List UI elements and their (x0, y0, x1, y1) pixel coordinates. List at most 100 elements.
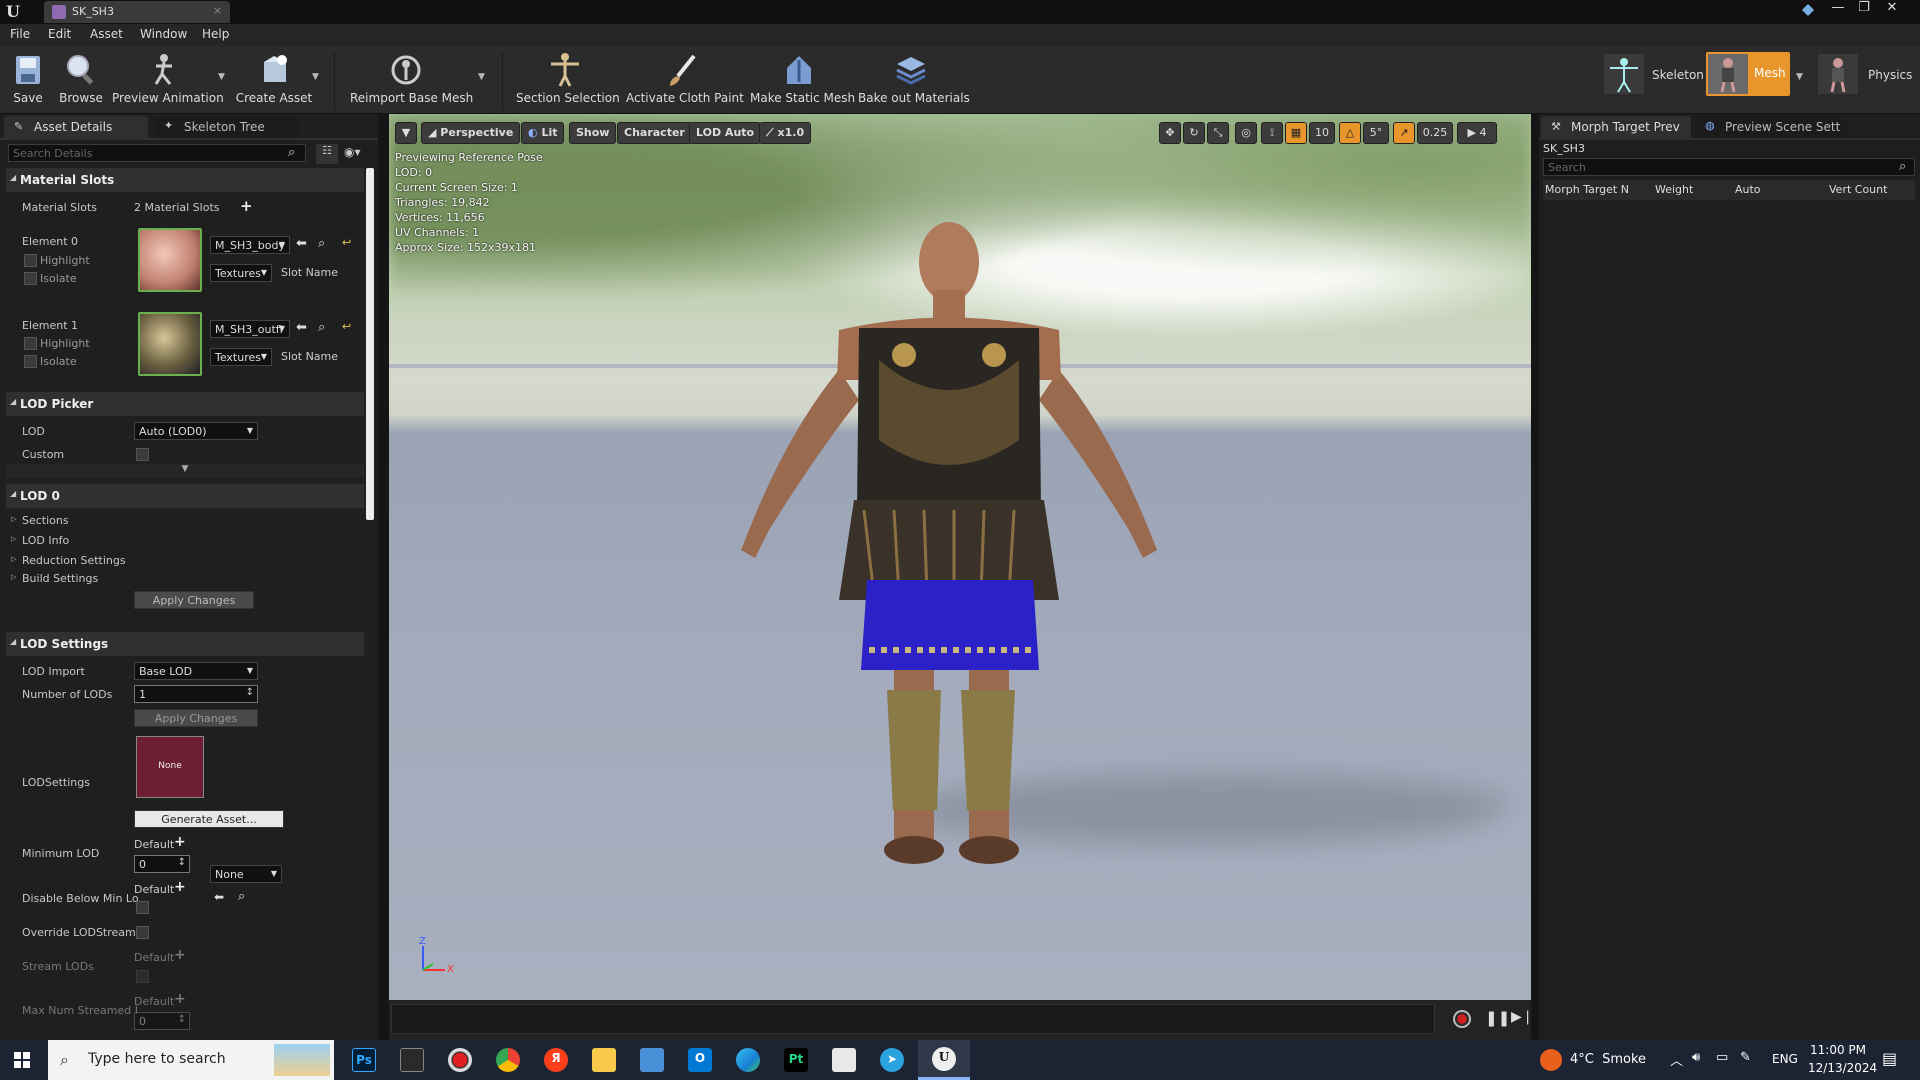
scale-snap-icon[interactable]: ↗ (1393, 122, 1415, 144)
reset-arrow-icon[interactable]: ↩ (342, 320, 351, 333)
chrome-app-icon[interactable] (496, 1048, 520, 1072)
lod-auto-button[interactable]: LOD Auto (689, 122, 762, 144)
activate-cloth-paint-button[interactable]: Activate Cloth Paint (626, 46, 744, 114)
number-of-lods-input[interactable]: 1 (134, 685, 258, 703)
file-explorer-icon[interactable] (592, 1048, 616, 1072)
bake-out-materials-button[interactable]: Bake out Materials (858, 46, 970, 114)
notifications-icon[interactable]: ▤ (1882, 1049, 1897, 1068)
unreal-taskbar-button[interactable]: U (918, 1040, 970, 1080)
column-morph-target-name[interactable]: Morph Target N (1545, 183, 1629, 196)
add-platform-override-icon[interactable]: + (174, 834, 186, 850)
weather-icon[interactable] (1540, 1049, 1562, 1071)
taskbar-search-box[interactable]: ⌕ Type here to search (48, 1040, 334, 1080)
reset-arrow-icon[interactable]: ↩ (342, 236, 351, 249)
perspective-button[interactable]: ◢ Perspective (421, 122, 521, 144)
recorder-app-icon[interactable] (448, 1048, 472, 1072)
pause-button[interactable]: ❚❚ (1485, 1009, 1510, 1027)
translate-tool-icon[interactable]: ✥ (1159, 122, 1181, 144)
build-settings-item[interactable]: Build Settings (11, 572, 98, 585)
snipping-tool-icon[interactable] (640, 1048, 664, 1072)
lod-picker-header[interactable]: LOD Picker (6, 392, 364, 416)
highlight-checkbox-0[interactable] (24, 254, 37, 267)
browse-button[interactable]: Browse (56, 46, 106, 114)
add-material-slot-icon[interactable]: + (240, 197, 253, 215)
close-tab-icon[interactable]: × (213, 4, 222, 17)
tab-preview-scene-settings[interactable]: ◍ Preview Scene Sett (1695, 116, 1845, 138)
outlook-app-icon[interactable]: O (688, 1048, 712, 1072)
menu-edit[interactable]: Edit (48, 27, 71, 41)
language-indicator[interactable]: ENG (1772, 1052, 1798, 1066)
isolate-checkbox-1[interactable] (24, 355, 37, 368)
tab-morph-target-preview[interactable]: ⚒ Morph Target Prev (1541, 116, 1691, 138)
isolate-checkbox-0[interactable] (24, 272, 37, 285)
tray-chevron-icon[interactable]: ︿ (1670, 1050, 1683, 1069)
lod-info-item[interactable]: LOD Info (11, 534, 69, 547)
restore-button[interactable]: ❐ (1852, 0, 1876, 20)
viewport-options-dropdown[interactable]: ▼ (395, 122, 417, 144)
show-button[interactable]: Show (569, 122, 617, 144)
disable-below-min-lod-checkbox[interactable] (136, 901, 149, 914)
menu-help[interactable]: Help (202, 27, 229, 41)
save-button[interactable]: Save (8, 46, 48, 114)
store-app-icon[interactable] (400, 1048, 424, 1072)
close-window-button[interactable]: ✕ (1880, 0, 1904, 20)
skeleton-mode-button[interactable] (1604, 54, 1644, 94)
scale-tool-icon[interactable]: ⤡ (1207, 122, 1229, 144)
mesh-mode-dropdown-icon[interactable]: ▼ (1796, 72, 1803, 82)
use-selected-arrow-icon[interactable]: ⬅ (214, 890, 224, 904)
morph-search-input[interactable]: Search (1543, 158, 1915, 176)
yandex-app-icon[interactable]: Я (544, 1048, 568, 1072)
grid-snap-icon[interactable]: ▦ (1285, 122, 1307, 144)
custom-checkbox[interactable] (136, 448, 149, 461)
menu-file[interactable]: File (10, 27, 30, 41)
notification-icon[interactable] (1800, 2, 1816, 18)
step-forward-button[interactable]: ▶❘ (1511, 1009, 1534, 1025)
search-details-input[interactable]: Search Details (8, 144, 306, 162)
override-lod-streaming-checkbox[interactable] (136, 926, 149, 939)
physics-mode-button[interactable] (1818, 54, 1858, 94)
rotation-snap-value[interactable]: 5° (1363, 122, 1389, 144)
document-tab[interactable]: SK_SH3 × (44, 1, 230, 23)
highlight-checkbox-1[interactable] (24, 337, 37, 350)
lod-settings-asset-picker[interactable]: None (210, 865, 282, 883)
column-weight[interactable]: Weight (1655, 183, 1693, 196)
lod-settings-header[interactable]: LOD Settings (6, 632, 364, 656)
clock-time[interactable]: 11:00 PM (1808, 1043, 1868, 1057)
textures-dropdown-0[interactable]: Textures (210, 264, 272, 282)
create-asset-button[interactable]: Create Asset (234, 46, 314, 114)
browse-magnifier-icon[interactable]: ⌕ (318, 236, 325, 251)
network-icon[interactable]: ▭ (1716, 1050, 1728, 1065)
reduction-settings-item[interactable]: Reduction Settings (11, 554, 126, 567)
browse-magnifier-icon[interactable]: ⌕ (238, 889, 245, 904)
create-asset-dropdown-icon[interactable]: ▼ (312, 72, 319, 82)
minimize-button[interactable]: — (1826, 0, 1850, 20)
lit-button[interactable]: ◐ Lit (521, 122, 565, 144)
zbrush-app-icon[interactable] (832, 1048, 856, 1072)
lod-settings-asset-thumbnail[interactable]: None (136, 736, 204, 798)
character-mesh[interactable] (669, 210, 1229, 910)
camera-speed-button[interactable]: ▶ 4 (1457, 122, 1497, 144)
sections-item[interactable]: Sections (11, 514, 69, 527)
apply-changes-button[interactable]: Apply Changes (134, 591, 254, 609)
preview-viewport[interactable]: ▼ ◢ Perspective ◐ Lit Show Character LOD… (389, 114, 1531, 1000)
minimum-lod-input[interactable]: 0 (134, 855, 190, 873)
volume-icon[interactable]: 🔊︎ (1692, 1050, 1700, 1065)
use-selected-arrow-icon[interactable]: ⬅ (296, 320, 307, 335)
rotate-tool-icon[interactable]: ↻ (1183, 122, 1205, 144)
mesh-mode-button[interactable]: Mesh (1706, 52, 1790, 96)
material-slots-header[interactable]: Material Slots (6, 168, 364, 192)
scale-snap-value[interactable]: 0.25 (1417, 122, 1453, 144)
record-button[interactable] (1453, 1010, 1471, 1028)
apply-lod-changes-button[interactable]: Apply Changes (134, 709, 258, 727)
material-thumbnail-0[interactable] (138, 228, 202, 292)
weather-text[interactable]: 4°C Smoke (1570, 1052, 1646, 1067)
pen-icon[interactable]: ✎ (1740, 1050, 1751, 1065)
reimport-base-mesh-button[interactable]: Reimport Base Mesh (350, 46, 473, 114)
expand-advanced-icon[interactable]: ▼ (6, 464, 364, 478)
pycharm-app-icon[interactable]: Pt (784, 1048, 808, 1072)
use-selected-arrow-icon[interactable]: ⬅ (296, 236, 307, 251)
scrollbar-thumb[interactable] (366, 168, 374, 520)
coordinate-space-icon[interactable]: ◎ (1235, 122, 1257, 144)
column-auto[interactable]: Auto (1735, 183, 1761, 196)
material-picker-1[interactable]: M_SH3_outfi (210, 320, 290, 338)
